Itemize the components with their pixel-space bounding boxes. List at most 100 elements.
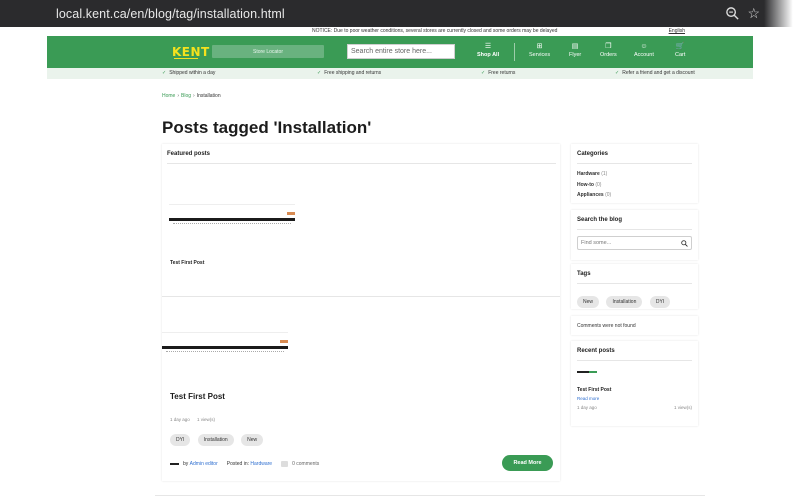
grid-icon: ⊞	[536, 43, 543, 50]
breadcrumb-separator: ›	[193, 93, 195, 99]
author-avatar	[170, 463, 179, 465]
tag-pill[interactable]: New	[241, 434, 264, 446]
benefits-strip: ✓ Shipped within a day ✓ Free shipping and…	[47, 68, 753, 79]
benefit-item: ✓ Free returns	[481, 70, 516, 76]
category-item[interactable]: How-to (0)	[577, 180, 692, 191]
search-blog-heading: Search the blog	[577, 217, 623, 223]
tag-cloud: New Installation DYI	[577, 290, 692, 308]
categories-panel: Categories Hardware (1) How-to (0) Appli…	[571, 144, 698, 203]
account-label: Account	[634, 52, 654, 58]
post-footer: by Admin editor Posted in: Hardware 0 co…	[170, 461, 319, 467]
post-tags: DYI Installation New	[170, 428, 266, 446]
post-meta: 1 day ago 1 view(s)	[170, 417, 215, 422]
breadcrumb-separator: ›	[177, 93, 180, 99]
tag-pill[interactable]: DYI	[649, 296, 671, 308]
tags-panel: Tags New Installation DYI	[571, 264, 698, 309]
featured-post-image[interactable]	[169, 204, 295, 234]
posted-in-label: Posted in:	[226, 461, 249, 467]
flyer-nav[interactable]: ▤ Flyer	[569, 43, 581, 58]
bookmark-star-icon[interactable]: ☆	[747, 5, 760, 22]
divider	[577, 360, 692, 361]
breadcrumb-current: Installation	[196, 93, 221, 99]
comments-count[interactable]: 0 comments	[292, 461, 319, 467]
cart-icon: 🛒	[675, 43, 685, 50]
check-icon: ✓	[317, 70, 322, 76]
tag-pill[interactable]: New	[577, 296, 600, 308]
recent-posts-panel: Recent posts Test First Post Read more 1…	[571, 341, 698, 426]
store-locator-button[interactable]: Store Locator	[212, 45, 324, 58]
recent-post-title[interactable]: Test First Post	[577, 387, 692, 393]
account-nav[interactable]: ☺ Account	[634, 43, 654, 58]
comments-panel: Comments were not found	[571, 316, 698, 335]
divider	[577, 283, 692, 284]
address-bar[interactable]: local.kent.ca/en/blog/tag/installation.h…	[56, 7, 285, 21]
benefit-item: ✓ Shipped within a day	[162, 70, 216, 76]
box-icon: ❒	[605, 43, 612, 50]
divider	[162, 296, 560, 297]
notice-text: NOTICE: Due to poor weather conditions, …	[312, 28, 558, 34]
categories-heading: Categories	[577, 151, 609, 157]
tag-pill[interactable]: DYI	[170, 434, 191, 446]
recent-read-more-link[interactable]: Read more	[577, 396, 692, 401]
language-link[interactable]: English	[669, 28, 685, 34]
services-nav[interactable]: ⊞ Services	[529, 43, 550, 58]
cart-label: Cart	[675, 52, 686, 58]
recent-post-age: 1 day ago	[577, 405, 597, 410]
blog-search-panel: Search the blog Find some...	[571, 210, 698, 260]
divider	[577, 163, 692, 164]
author-link[interactable]: Admin editor	[190, 461, 218, 467]
breadcrumb: Home › Blog › Installation	[162, 93, 221, 99]
browser-bar: local.kent.ca/en/blog/tag/installation.h…	[0, 0, 800, 27]
tag-pill[interactable]: Installation	[197, 434, 234, 446]
category-link[interactable]: Hardware	[250, 461, 272, 467]
check-icon: ✓	[162, 70, 167, 76]
recent-post-views: 1 view(s)	[673, 405, 692, 410]
logo-underline	[174, 58, 198, 59]
post-image[interactable]	[162, 332, 288, 362]
comment-icon	[281, 461, 289, 467]
flyer-label: Flyer	[569, 52, 582, 58]
kent-logo[interactable]: KENT	[172, 45, 210, 59]
divider	[167, 163, 556, 164]
menu-icon: ☰	[484, 43, 492, 50]
footer-divider	[155, 495, 705, 496]
divider	[577, 229, 692, 230]
orders-label: Orders	[600, 52, 617, 58]
post-title[interactable]: Test First Post	[170, 392, 225, 401]
search-icon[interactable]	[681, 240, 688, 247]
page-title: Posts tagged 'Installation'	[162, 118, 372, 137]
recent-posts-heading: Recent posts	[577, 348, 615, 354]
recent-post-meta: 1 day ago 1 view(s)	[577, 405, 692, 410]
post-views: 1 view(s)	[197, 417, 216, 422]
benefit-item: ✓ Refer a friend and get a discount	[615, 70, 695, 76]
featured-post-title[interactable]: Test First Post	[170, 260, 204, 266]
nav-divider	[514, 43, 515, 61]
notice-strip: NOTICE: Due to poor weather conditions, …	[47, 27, 753, 36]
site-search-input[interactable]: Search entire store here...	[347, 44, 455, 59]
cart-nav[interactable]: 🛒 Cart	[675, 43, 685, 58]
recent-post-thumbnail[interactable]	[577, 371, 597, 373]
site-header: KENT Store Locator Search entire store h…	[47, 36, 753, 68]
category-item[interactable]: Appliances (0)	[577, 190, 692, 201]
services-label: Services	[529, 52, 551, 58]
shop-all-menu[interactable]: ☰ Shop All	[477, 43, 499, 58]
orders-nav[interactable]: ❒ Orders	[600, 43, 617, 58]
featured-heading: Featured posts	[167, 151, 211, 157]
comments-empty-text: Comments were not found	[577, 323, 636, 329]
shop-all-label: Shop All	[477, 52, 500, 58]
user-icon: ☺	[640, 43, 648, 50]
check-icon: ✓	[615, 70, 620, 76]
breadcrumb-home[interactable]: Home	[162, 93, 175, 99]
by-label: by	[183, 461, 189, 467]
breadcrumb-blog[interactable]: Blog	[181, 93, 191, 99]
tags-heading: Tags	[577, 271, 591, 277]
zoom-icon[interactable]	[725, 6, 740, 21]
blog-search-input[interactable]: Find some...	[577, 236, 692, 250]
bar-fade	[764, 0, 800, 27]
tag-pill[interactable]: Installation	[606, 296, 643, 308]
read-more-button[interactable]: Read More	[502, 455, 553, 471]
benefit-item: ✓ Free shipping and returns	[317, 70, 382, 76]
posts-panel: Featured posts Test First Post Test Firs…	[162, 144, 560, 481]
check-icon: ✓	[481, 70, 486, 76]
category-item[interactable]: Hardware (1)	[577, 169, 692, 180]
